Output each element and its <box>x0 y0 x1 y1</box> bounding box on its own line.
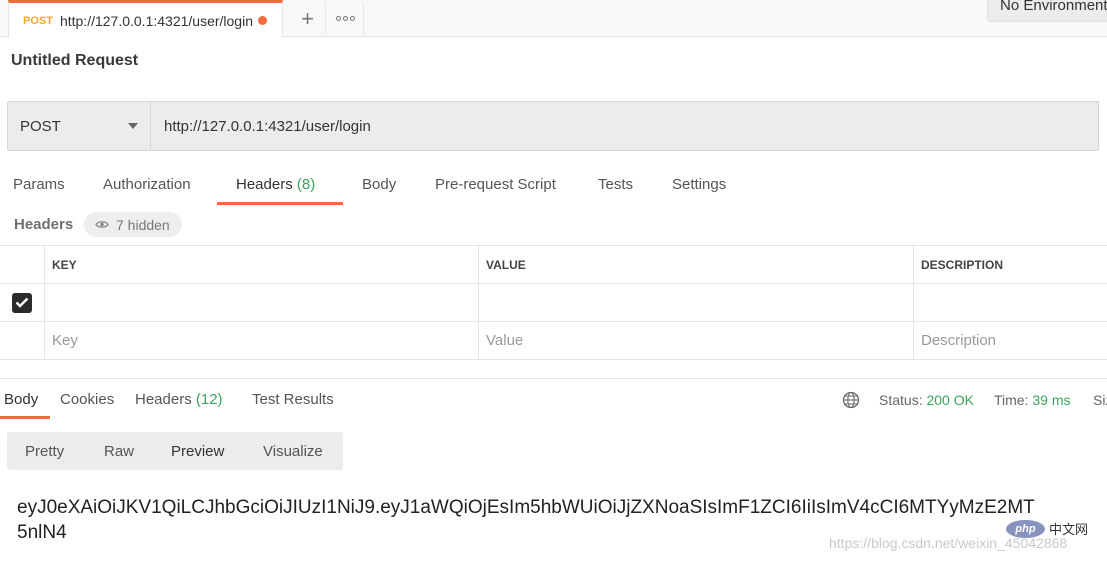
tab-label: Authorization <box>103 176 191 193</box>
size-readout[interactable]: Siz <box>1093 392 1107 408</box>
chevron-down-icon <box>128 123 138 129</box>
method-select[interactable]: POST <box>8 102 151 150</box>
tab-label: Settings <box>672 176 727 193</box>
new-tab-button[interactable]: + <box>290 2 326 35</box>
headers-table: KEY VALUE DESCRIPTION Key Value Descript… <box>0 245 1107 360</box>
response-view-tabs: Pretty Raw Preview Visualize <box>7 432 343 470</box>
checkmark-icon <box>15 297 29 308</box>
status-readout[interactable]: Status: 200 OK <box>879 392 974 408</box>
response-tab-body[interactable]: Body <box>4 391 38 408</box>
request-tab-bar: POST http://127.0.0.1:4321/user/login + … <box>0 0 1107 38</box>
table-row-new: Key Value Description <box>0 322 1107 360</box>
tab-method-label: POST <box>23 14 53 27</box>
value-input[interactable] <box>479 284 914 321</box>
tab-settings[interactable]: Settings <box>672 176 726 193</box>
response-active-tab-indicator <box>0 416 50 419</box>
time-readout[interactable]: Time: 39 ms <box>994 392 1071 408</box>
tab-label: Headers <box>135 391 192 408</box>
tab-label: Headers <box>236 176 293 193</box>
time-value: 39 ms <box>1032 392 1071 408</box>
eye-icon <box>95 221 109 228</box>
response-tab-headers[interactable]: Headers (12) <box>135 391 223 408</box>
response-divider[interactable] <box>0 378 1107 379</box>
time-label: Time: <box>994 392 1029 408</box>
response-body-line: eyJ0eXAiOiJKV1QiLCJhbGciOiJIUzI1NiJ9.eyJ… <box>17 497 1035 518</box>
response-tab-test-results[interactable]: Test Results <box>252 391 334 408</box>
method-select-value: POST <box>20 117 61 135</box>
row-checkbox-cell <box>0 322 45 359</box>
tab-label: Pre-request Script <box>435 176 556 193</box>
environment-select[interactable]: No Environment <box>987 0 1107 22</box>
tab-params[interactable]: Params <box>13 176 65 193</box>
key-input[interactable] <box>45 284 479 321</box>
description-column-header: DESCRIPTION <box>921 257 1004 272</box>
status-label: Status: <box>879 392 923 408</box>
row-checkbox[interactable] <box>12 292 32 313</box>
tab-label: Params <box>13 176 65 193</box>
globe-icon[interactable] <box>842 391 860 409</box>
tab-authorization[interactable]: Authorization <box>103 176 191 193</box>
key-input-placeholder[interactable]: Key <box>45 322 479 359</box>
hidden-headers-label: 7 hidden <box>116 216 170 233</box>
view-tab-preview[interactable]: Preview <box>171 443 224 460</box>
tab-count: (12) <box>195 391 223 408</box>
more-dot-icon <box>336 16 341 21</box>
url-bar: POST http://127.0.0.1:4321/user/login <box>7 101 1099 151</box>
url-input[interactable]: http://127.0.0.1:4321/user/login <box>151 102 1098 150</box>
description-input-placeholder[interactable]: Description <box>914 322 1107 359</box>
view-tab-pretty[interactable]: Pretty <box>25 443 64 460</box>
row-checkbox-cell <box>0 284 45 321</box>
plus-icon: + <box>301 5 314 31</box>
request-tabs: Params Authorization Headers (8) Body Pr… <box>0 166 760 206</box>
view-tab-raw[interactable]: Raw <box>104 443 134 460</box>
status-value: 200 OK <box>926 392 974 408</box>
request-tab-active[interactable]: POST http://127.0.0.1:4321/user/login <box>8 0 283 38</box>
request-title[interactable]: Untitled Request <box>11 52 138 70</box>
active-tab-indicator <box>217 202 343 205</box>
table-row <box>0 284 1107 322</box>
description-input[interactable] <box>914 284 1107 321</box>
tab-headers[interactable]: Headers (8) <box>236 176 315 193</box>
tab-label: Body <box>362 176 397 193</box>
tab-body[interactable]: Body <box>362 176 396 193</box>
unsaved-dot-icon <box>258 16 267 25</box>
more-dot-icon <box>350 16 355 21</box>
tab-pre-request-script[interactable]: Pre-request Script <box>435 176 556 193</box>
watermark: https://blog.csdn.net/weixin_45042868 <box>829 535 1068 551</box>
hidden-headers-toggle[interactable]: 7 hidden <box>84 212 182 237</box>
headers-section-label: Headers <box>14 216 74 233</box>
key-column-header: KEY <box>45 246 479 283</box>
tab-url-label: http://127.0.0.1:4321/user/login <box>59 12 253 29</box>
more-dot-icon <box>343 16 348 21</box>
check-column-header <box>0 246 45 283</box>
value-column-header: VALUE <box>479 246 914 283</box>
tab-label: Tests <box>598 176 634 193</box>
response-tab-cookies[interactable]: Cookies <box>60 391 114 408</box>
view-tab-visualize[interactable]: Visualize <box>263 443 323 460</box>
table-header-row: KEY VALUE DESCRIPTION <box>0 246 1107 284</box>
value-input-placeholder[interactable]: Value <box>479 322 914 359</box>
tab-count: (8) <box>296 176 316 193</box>
tab-tests[interactable]: Tests <box>598 176 633 193</box>
more-tabs-button[interactable] <box>328 2 364 35</box>
